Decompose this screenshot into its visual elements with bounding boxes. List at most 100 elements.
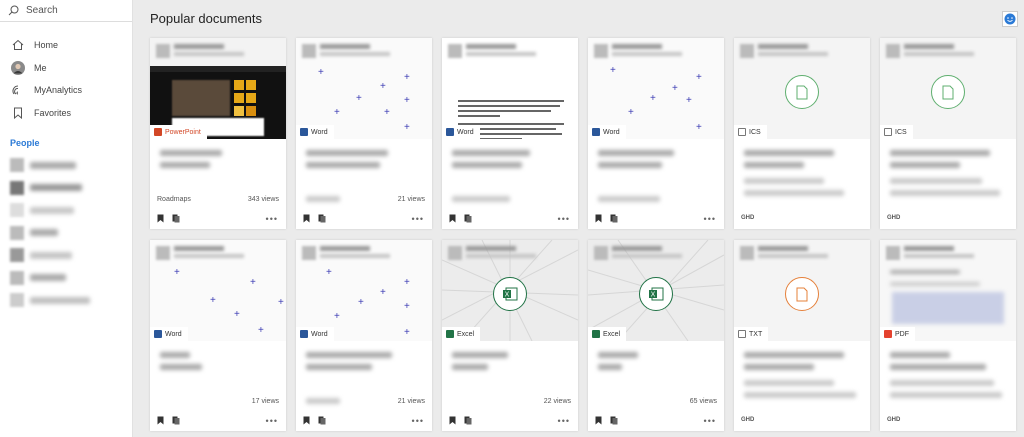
person-item[interactable] [0, 289, 132, 312]
feedback-smile-button[interactable] [1002, 11, 1018, 27]
pdf-icon [884, 330, 892, 338]
more-options-icon[interactable]: ••• [558, 416, 570, 426]
document-card[interactable]: + + + + + + + + Word 21 views ••• [296, 38, 432, 229]
person-name [30, 274, 66, 282]
person-avatar [10, 203, 24, 218]
document-thumbnail: + + + + + + + + Word [296, 38, 432, 139]
bookmark-icon[interactable] [157, 214, 164, 223]
copy-icon[interactable] [610, 214, 618, 223]
more-options-icon[interactable]: ••• [266, 214, 278, 224]
pdf-preview-table [892, 292, 1004, 324]
site-label: GHD [887, 215, 901, 221]
author-avatar [302, 44, 316, 58]
copy-icon[interactable] [318, 416, 326, 425]
author-avatar [594, 44, 608, 58]
copy-icon[interactable] [318, 214, 326, 223]
document-card[interactable]: ICS GHD [880, 38, 1016, 229]
file-type-badge: Word [296, 327, 334, 341]
person-item[interactable] [0, 222, 132, 245]
author-avatar [740, 246, 754, 260]
document-card[interactable]: PowerPoint Roadmaps 343 views ••• [150, 38, 286, 229]
file-type-badge: ICS [734, 125, 767, 139]
word-icon [300, 128, 308, 136]
document-card[interactable]: ICS GHD [734, 38, 870, 229]
file-icon [738, 330, 746, 338]
copy-icon[interactable] [172, 416, 180, 425]
more-options-icon[interactable]: ••• [412, 214, 424, 224]
view-count: 21 views [397, 196, 425, 203]
document-card[interactable]: X Excel 22 views ••• [442, 240, 578, 431]
person-avatar [10, 225, 24, 240]
copy-icon[interactable] [172, 214, 180, 223]
copy-icon[interactable] [464, 416, 472, 425]
sidebar: Search Home Me MyAnalytics Favorites Peo… [0, 0, 133, 437]
person-item[interactable] [0, 244, 132, 267]
copy-icon[interactable] [610, 416, 618, 425]
document-thumbnail: TXT [734, 240, 870, 341]
document-thumbnail: Word [442, 38, 578, 139]
view-count: 22 views [543, 398, 571, 405]
document-thumbnail: X Excel [588, 240, 724, 341]
person-item[interactable] [0, 177, 132, 200]
excel-icon [446, 330, 454, 338]
document-thumbnail: ICS [734, 38, 870, 139]
word-icon [446, 128, 454, 136]
bookmark-icon[interactable] [303, 214, 310, 223]
file-type-badge: TXT [734, 327, 769, 341]
site-label: GHD [887, 417, 901, 423]
analytics-icon [11, 83, 25, 97]
person-avatar [10, 180, 24, 195]
person-item[interactable] [0, 267, 132, 290]
file-type-badge: PDF [880, 327, 915, 341]
bookmark-icon [11, 106, 25, 120]
copy-icon[interactable] [464, 214, 472, 223]
more-options-icon[interactable]: ••• [412, 416, 424, 426]
file-icon [738, 128, 746, 136]
ics-file-icon [785, 75, 819, 109]
search-box[interactable]: Search [0, 0, 132, 22]
view-count: 65 views [689, 398, 717, 405]
word-icon [300, 330, 308, 338]
document-thumbnail: + + + + + + + Word [588, 38, 724, 139]
bookmark-icon[interactable] [157, 416, 164, 425]
document-card[interactable]: X Excel 65 views ••• [588, 240, 724, 431]
file-type-badge: Word [442, 125, 480, 139]
more-options-icon[interactable]: ••• [704, 416, 716, 426]
author-avatar [886, 246, 900, 260]
document-card[interactable]: + + + + + + + Word 21 views ••• [296, 240, 432, 431]
author-avatar [156, 246, 170, 260]
file-icon [884, 128, 892, 136]
nav-myanalytics[interactable]: MyAnalytics [0, 79, 132, 102]
author-avatar [594, 246, 608, 260]
file-type-badge: Word [588, 125, 626, 139]
bookmark-icon[interactable] [449, 416, 456, 425]
author-avatar [448, 44, 462, 58]
nav-me[interactable]: Me [0, 57, 132, 80]
author-avatar [302, 246, 316, 260]
document-card[interactable]: Word ••• [442, 38, 578, 229]
bookmark-icon[interactable] [303, 416, 310, 425]
file-type-badge: Word [296, 125, 334, 139]
more-options-icon[interactable]: ••• [558, 214, 570, 224]
document-card[interactable]: + + + + + + + Word ••• [588, 38, 724, 229]
view-count: 343 views [247, 196, 279, 203]
person-item[interactable] [0, 154, 132, 177]
person-avatar [10, 248, 24, 263]
nav-favorites[interactable]: Favorites [0, 102, 132, 125]
people-heading: People [10, 138, 40, 148]
person-item[interactable] [0, 199, 132, 222]
more-options-icon[interactable]: ••• [266, 416, 278, 426]
nav-favorites-label: Favorites [34, 107, 72, 118]
document-card[interactable]: + + + + + + Word 17 views ••• [150, 240, 286, 431]
bookmark-icon[interactable] [595, 416, 602, 425]
person-avatar [10, 293, 24, 308]
bookmark-icon[interactable] [595, 214, 602, 223]
document-card[interactable]: PDF GHD [880, 240, 1016, 431]
document-thumbnail: PowerPoint [150, 38, 286, 139]
document-card[interactable]: TXT GHD [734, 240, 870, 431]
nav-home[interactable]: Home [0, 34, 132, 57]
avatar [11, 60, 25, 75]
bookmark-icon[interactable] [449, 214, 456, 223]
more-options-icon[interactable]: ••• [704, 214, 716, 224]
person-avatar [10, 158, 24, 173]
